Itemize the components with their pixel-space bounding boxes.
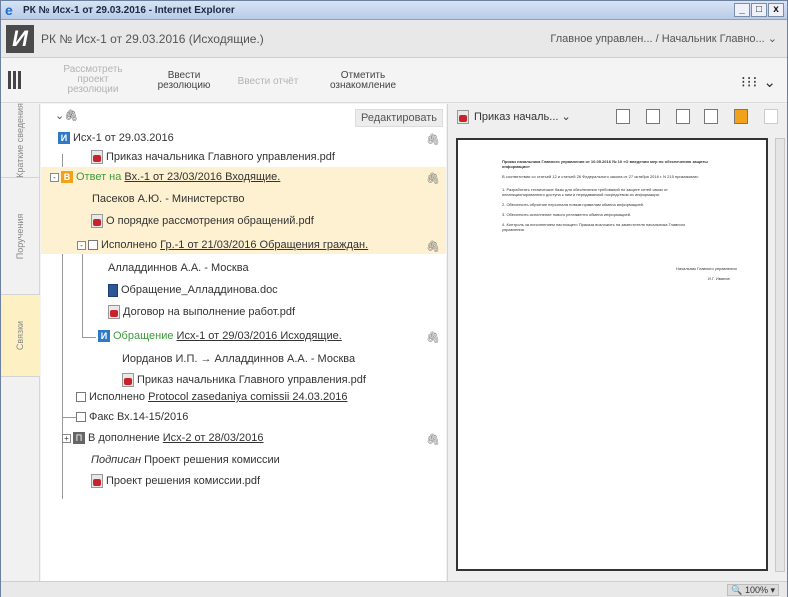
action-toolbar: Рассмотреть проект резолюции Ввести резо… — [1, 59, 787, 103]
zoom-level[interactable]: 🔍 100% ▾ — [727, 584, 779, 596]
tree-row-sender: Алладдиннов А.А. - Москва — [108, 262, 249, 274]
disabled-file-icon — [764, 109, 778, 124]
vertical-tabs: Краткие сведения Поручения Связки — [1, 103, 40, 581]
document-line: информации» — [502, 164, 530, 169]
word-file-icon — [108, 283, 118, 297]
document-preview-panel: Приказ началь... ⌄ Приказ начальника Гла… — [447, 104, 787, 581]
citizen-appeal-icon — [88, 240, 98, 251]
protocol-link[interactable]: Protocol zasedaniya comissii 24.03.2016 — [148, 391, 347, 403]
preview-file-selector[interactable]: Приказ началь... ⌄ — [474, 110, 571, 123]
edit-file-icon[interactable] — [646, 109, 660, 124]
vertical-scrollbar[interactable] — [775, 138, 785, 572]
pdf-file-icon — [122, 373, 134, 388]
attachment-icon: 🖇 — [426, 241, 440, 253]
tree-row-answer[interactable]: - В Ответ на Вх.-1 от 23/03/2016 Входящие. — [50, 167, 280, 188]
chevron-down-icon: ⌄ — [767, 33, 777, 45]
document-line: 4. Контроль за исполнением настоящего Пр… — [502, 222, 686, 227]
outgoing-doc-icon: И — [58, 132, 70, 145]
tree-row-file[interactable]: О порядке рассмотрения обращений.pdf — [91, 211, 314, 232]
menu-icon[interactable] — [8, 71, 24, 89]
pdf-file-icon — [108, 305, 120, 320]
appeal-link[interactable]: Гр.-1 от 21/03/2016 Обращения граждан. — [160, 239, 368, 251]
signature-name: И.Г. Иванов — [708, 276, 730, 281]
tree-row-root[interactable]: И Исх-1 от 29.03.2016 — [58, 128, 174, 149]
document-page: Приказ начальника Главного управления от… — [456, 138, 768, 571]
tree-row-file[interactable]: Договор на выполнение работ.pdf — [108, 302, 295, 323]
attachment-icon: 🖇 — [426, 332, 440, 344]
fax-icon — [76, 412, 86, 423]
expand-toggle[interactable]: - — [77, 240, 86, 250]
pdf-file-icon — [457, 110, 469, 124]
expand-toggle[interactable]: - — [50, 172, 59, 182]
internal-doc-icon: П — [73, 432, 85, 445]
attachment-icon: 🖇 — [426, 173, 440, 185]
app-header: И РК № Исх-1 от 29.03.2016 (Исходящие.) … — [1, 20, 787, 58]
expand-toggle[interactable]: + — [62, 433, 71, 443]
pdf-file-icon — [91, 474, 103, 489]
document-line: В соответствии со статьей 12 и статьей 2… — [502, 174, 699, 179]
document-title: РК № Исх-1 от 29.03.2016 (Исходящие.) — [41, 32, 264, 46]
protocol-icon — [76, 392, 86, 403]
zoom-icon: 🔍 — [731, 585, 743, 595]
close-button[interactable]: x — [768, 3, 784, 17]
document-line: 2. Обеспечить обучение персонала новым п… — [502, 202, 645, 207]
pdf-file-icon — [91, 150, 103, 165]
window-title: РК № Исх-1 от 29.03.2016 - Internet Expl… — [23, 5, 235, 16]
tree-row-executed[interactable]: - Исполнено Гр.-1 от 21/03/2016 Обращения… — [77, 235, 368, 256]
tab-links[interactable]: Связки — [1, 295, 40, 377]
delete-file-icon[interactable] — [676, 109, 690, 124]
document-line: 3. Обеспечить исполнение нового регламен… — [502, 212, 632, 217]
tree-row-fax[interactable]: Факс Вх.14-15/2016 — [76, 407, 188, 428]
document-line: несанкционированного доступа к ним и пер… — [502, 192, 660, 197]
tree-row-sender: Пасеков А.Ю. - Министерство — [92, 193, 245, 205]
user-role-label: Главное управлен... / Начальник Главно..… — [550, 33, 765, 45]
new-file-icon[interactable] — [616, 109, 630, 124]
minimize-button[interactable]: _ — [734, 3, 750, 17]
tab-assignments[interactable]: Поручения — [1, 178, 40, 295]
copy-file-icon[interactable] — [704, 109, 718, 124]
tree-row-appeal[interactable]: И Обращение Исх-1 от 29/03/2016 Исходящие… — [98, 326, 342, 347]
tree-row-sender: Иорданов И.П. → Алладдиннов А.А. - Москв… — [122, 353, 356, 365]
tree-row-file[interactable]: Проект решения комиссии.pdf — [91, 471, 260, 492]
outgoing-link[interactable]: Исх-1 от 29/03/2016 Исходящие. — [177, 330, 342, 342]
internet-explorer-icon: e — [5, 2, 13, 18]
edit-button[interactable]: Редактировать — [355, 109, 443, 127]
addition-link[interactable]: Исх-2 от 28/03/2016 — [163, 432, 264, 444]
mark-acquaintance-button[interactable]: Отметить ознакомление — [323, 71, 403, 91]
outgoing-doc-icon: И — [98, 330, 110, 343]
maximize-button[interactable]: □ — [751, 3, 767, 17]
document-line: Приказ начальника Главного управления от… — [502, 159, 708, 164]
sign-file-icon[interactable] — [734, 109, 748, 124]
status-bar: 🔍 100% ▾ — [1, 581, 787, 597]
tree-row-file[interactable]: Приказ начальника Главного управления.pd… — [91, 147, 335, 168]
browser-window: e РК № Исх-1 от 29.03.2016 - Internet Ex… — [0, 0, 788, 597]
tree-row-protocol[interactable]: Исполнено Protocol zasedaniya comissii 2… — [76, 387, 347, 408]
incoming-doc-icon: В — [61, 171, 73, 184]
app-logo: И — [6, 25, 34, 53]
preview-toolbar: Приказ началь... ⌄ — [448, 104, 788, 130]
title-bar: e РК № Исх-1 от 29.03.2016 - Internet Ex… — [1, 1, 787, 20]
tree-row-addition[interactable]: + П В дополнение Исх-2 от 28/03/2016 — [62, 428, 264, 449]
review-draft-resolution-button[interactable]: Рассмотреть проект резолюции — [58, 65, 128, 95]
attachment-icon: 🖇 — [426, 134, 440, 146]
pdf-file-icon — [91, 214, 103, 229]
tree-row-signed: Подписан Проект решения комиссии — [91, 454, 280, 466]
enter-report-button[interactable]: Ввести отчёт — [233, 77, 303, 87]
signature-title: Начальник Главного управления — [676, 266, 737, 271]
enter-resolution-button[interactable]: Ввести резолюцию — [149, 71, 219, 91]
answer-link[interactable]: Вх.-1 от 23/03/2016 Входящие. — [124, 171, 280, 183]
links-tree-panel: ⌄🖇 Редактировать И Исх-1 от 29.03.2016 🖇 … — [41, 104, 446, 581]
collapse-clip-icon[interactable]: ⌄🖇 — [55, 109, 78, 122]
tree-row-file[interactable]: Обращение_Алладдинова.doc — [108, 280, 278, 301]
user-role-dropdown[interactable]: Главное управлен... / Начальник Главно..… — [550, 32, 777, 45]
tab-summary[interactable]: Краткие сведения — [1, 103, 40, 178]
document-line: управления. — [502, 227, 525, 232]
apps-grid-icon[interactable]: ⁝⁝⁝ ⌄ — [741, 73, 777, 91]
attachment-icon: 🖇 — [426, 434, 440, 446]
